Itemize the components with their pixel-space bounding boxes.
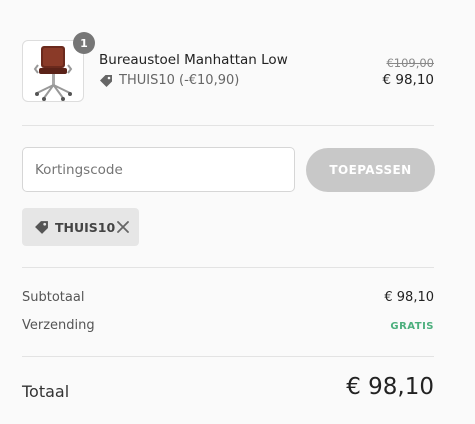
applied-discount-tag: THUIS10 (22, 208, 139, 246)
order-summary: 1 Bureaustoel Manhattan Low THUIS10 (-€1… (0, 0, 475, 424)
product-discount-label: THUIS10 (-€10,90) (119, 73, 240, 88)
product-name: Bureaustoel Manhattan Low (99, 52, 288, 68)
total-label: Totaal (22, 382, 70, 401)
applied-code-label: THUIS10 (55, 219, 116, 235)
divider (22, 125, 434, 126)
shipping-value: GRATIS (390, 321, 434, 332)
tag-icon (35, 220, 48, 234)
subtotal-label: Subtotaal (22, 290, 85, 305)
product-discount: THUIS10 (-€10,90) (99, 73, 239, 88)
apply-discount-button[interactable]: TOEPASSEN (306, 148, 435, 192)
shipping-label: Verzending (22, 318, 95, 333)
office-chair-image (33, 46, 73, 101)
total-value: € 98,10 (346, 374, 434, 400)
divider (22, 267, 434, 268)
tag-icon (100, 74, 112, 87)
original-price: €109,00 (386, 56, 434, 70)
subtotal-value: € 98,10 (384, 290, 434, 305)
discount-code-input[interactable] (22, 147, 295, 192)
close-icon[interactable] (115, 219, 131, 235)
final-price: € 98,10 (382, 72, 434, 88)
divider (22, 356, 434, 357)
quantity-badge: 1 (73, 32, 95, 54)
